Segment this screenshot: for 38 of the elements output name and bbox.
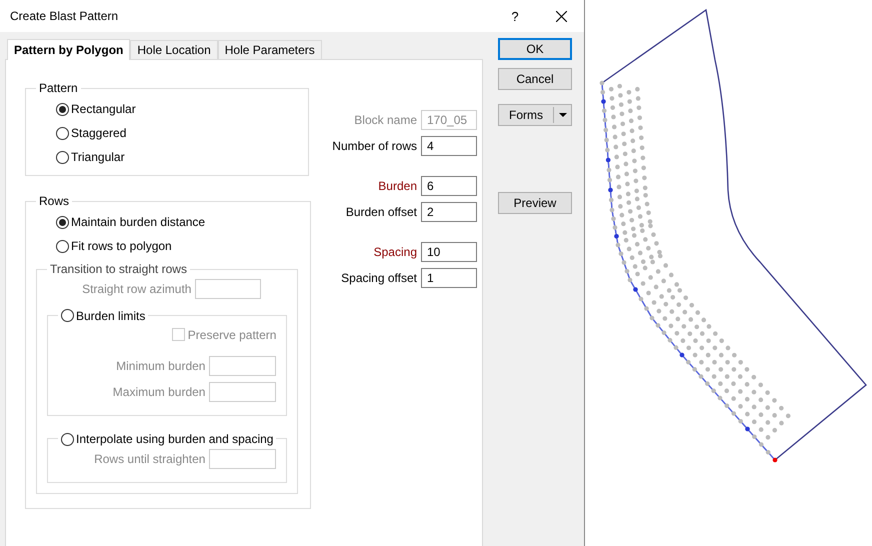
input-field[interactable]: 2 bbox=[421, 202, 477, 222]
radio-button[interactable]: Staggered bbox=[36, 121, 296, 145]
input-field[interactable]: 6 bbox=[421, 176, 477, 196]
radio-indicator[interactable] bbox=[56, 240, 69, 252]
field-label: Maximum burden bbox=[112, 384, 206, 398]
split-button[interactable]: Forms bbox=[498, 104, 572, 126]
field-label: Burden bbox=[378, 179, 417, 193]
input-field[interactable]: 10 bbox=[421, 242, 477, 262]
field-label: Spacing offset bbox=[341, 271, 417, 285]
close-icon bbox=[556, 10, 566, 22]
field-label: Burden offset bbox=[346, 205, 417, 219]
input-field[interactable]: 4 bbox=[421, 136, 477, 156]
tab[interactable]: Hole Location bbox=[130, 40, 218, 59]
field-label: Straight row azimuth bbox=[82, 282, 192, 296]
field-label: Rows until straighten bbox=[94, 452, 206, 466]
field-label: Block name bbox=[354, 113, 417, 127]
window-title: Create Blast Pattern bbox=[10, 9, 120, 23]
field-label: Minimum burden bbox=[116, 358, 206, 372]
radio-indicator[interactable] bbox=[56, 150, 69, 164]
tab[interactable]: Hole Parameters bbox=[218, 40, 322, 59]
radio-button[interactable]: Triangular bbox=[36, 145, 296, 169]
tab[interactable]: Pattern by Polygon bbox=[7, 39, 130, 60]
group-title: Pattern bbox=[38, 81, 79, 95]
help-button[interactable]: ? bbox=[492, 8, 538, 24]
radio-button[interactable]: Rectangular bbox=[36, 97, 296, 121]
radio-button[interactable]: Fit rows to polygon bbox=[36, 234, 298, 258]
dialog-button[interactable]: Preview bbox=[498, 192, 572, 214]
radio-indicator[interactable] bbox=[56, 126, 69, 140]
field-label: Number of rows bbox=[332, 139, 417, 153]
group-title: Rows bbox=[38, 194, 70, 208]
ok-button[interactable]: OK bbox=[498, 38, 572, 60]
radio-indicator[interactable] bbox=[56, 216, 69, 228]
field-label: Spacing bbox=[374, 245, 417, 259]
dialog-button[interactable]: Cancel bbox=[498, 68, 572, 90]
radio-button[interactable]: Maintain burden distance bbox=[36, 210, 298, 234]
radio-indicator[interactable] bbox=[56, 102, 69, 116]
group-title: Transition to straight rows bbox=[49, 262, 188, 276]
input-field[interactable]: 1 bbox=[421, 268, 477, 288]
